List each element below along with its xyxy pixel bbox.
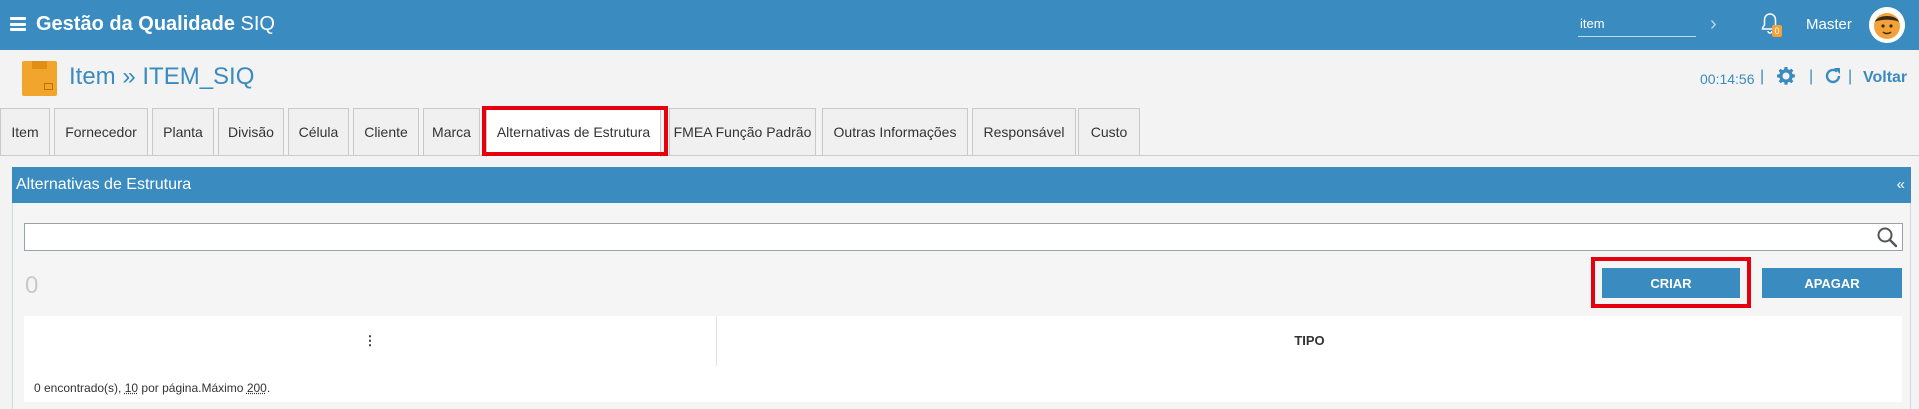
box-icon bbox=[22, 61, 57, 96]
column-options-header[interactable]: ⋮ bbox=[24, 316, 716, 366]
header-separator: | bbox=[1848, 68, 1853, 85]
chevron-right-icon[interactable]: › bbox=[1710, 13, 1717, 36]
app-brand: Gestão da Qualidade SIQ bbox=[36, 13, 275, 35]
tab-bar: Item Fornecedor Planta Divisão Célula Cl… bbox=[0, 106, 1919, 157]
notification-bell-icon[interactable]: 0 bbox=[1760, 12, 1782, 38]
page-title: Item » ITEM_SIQ bbox=[69, 63, 255, 90]
tab-fmea-funcao-padrao[interactable]: FMEA Função Padrão bbox=[669, 108, 816, 155]
max-value[interactable]: 200 bbox=[247, 381, 267, 395]
gear-icon[interactable] bbox=[1776, 66, 1796, 86]
notification-count-badge: 0 bbox=[1772, 25, 1782, 37]
hamburger-menu-icon[interactable] bbox=[10, 17, 26, 31]
panel-title: Alternativas de Estrutura bbox=[16, 176, 192, 193]
session-clock: 00:14:56 bbox=[1700, 71, 1755, 87]
pagination-info: 0 encontrado(s), 10 por página.Máximo 20… bbox=[24, 366, 1902, 402]
header-separator: | bbox=[1809, 68, 1814, 85]
tab-responsavel[interactable]: Responsável bbox=[972, 108, 1076, 155]
results-table: ⋮ TIPO bbox=[24, 316, 1902, 366]
tab-celula[interactable]: Célula bbox=[288, 108, 349, 155]
back-link[interactable]: Voltar bbox=[1863, 69, 1907, 87]
per-page-value[interactable]: 10 bbox=[125, 381, 138, 395]
column-tipo-header[interactable]: TIPO bbox=[717, 316, 1902, 366]
footer-end: . bbox=[266, 381, 271, 395]
user-avatar[interactable] bbox=[1869, 7, 1905, 43]
panel-search-input[interactable] bbox=[24, 223, 1903, 251]
tab-planta[interactable]: Planta bbox=[152, 108, 214, 155]
record-count: 0 bbox=[25, 272, 39, 299]
tab-fornecedor[interactable]: Fornecedor bbox=[54, 108, 148, 155]
tab-marca[interactable]: Marca bbox=[423, 108, 480, 155]
top-navbar: Gestão da Qualidade SIQ › 0 Master bbox=[0, 0, 1919, 50]
panel-header: Alternativas de Estrutura « bbox=[12, 167, 1911, 203]
refresh-icon[interactable] bbox=[1823, 66, 1843, 86]
delete-button[interactable]: APAGAR bbox=[1762, 268, 1902, 298]
per-page-text: por página.Máximo bbox=[138, 381, 247, 395]
tab-cliente[interactable]: Cliente bbox=[353, 108, 419, 155]
user-name[interactable]: Master bbox=[1806, 16, 1852, 33]
tab-outras-informacoes[interactable]: Outras Informações bbox=[822, 108, 968, 155]
global-search-input[interactable] bbox=[1578, 11, 1696, 37]
tab-divisao[interactable]: Divisão bbox=[218, 108, 284, 155]
found-text: 0 encontrado(s), bbox=[34, 381, 125, 395]
create-button[interactable]: CRIAR bbox=[1602, 268, 1740, 298]
search-icon[interactable] bbox=[1876, 226, 1898, 248]
header-separator: | bbox=[1760, 68, 1765, 85]
tab-custo[interactable]: Custo bbox=[1078, 108, 1140, 155]
collapse-panel-icon[interactable]: « bbox=[1897, 176, 1905, 193]
tab-alternativas-de-estrutura[interactable]: Alternativas de Estrutura bbox=[486, 108, 661, 157]
page-header bbox=[0, 50, 1919, 106]
tab-item[interactable]: Item bbox=[0, 108, 50, 155]
